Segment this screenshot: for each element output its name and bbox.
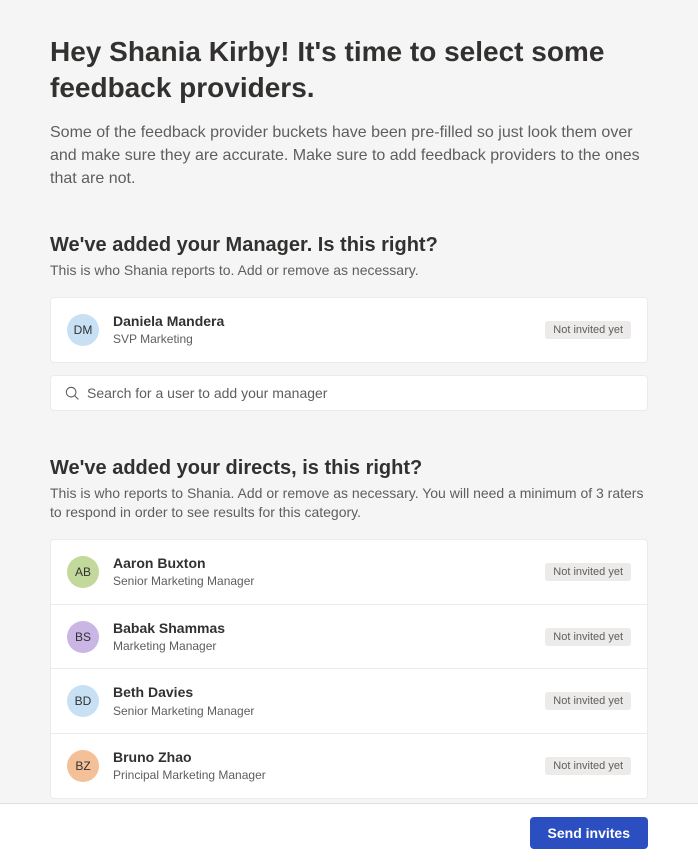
- avatar: DM: [67, 314, 99, 346]
- avatar: AB: [67, 556, 99, 588]
- person-info: Babak Shammas Marketing Manager: [113, 619, 545, 655]
- person-name: Aaron Buxton: [113, 554, 545, 572]
- footer: Send invites: [0, 803, 698, 862]
- person-row[interactable]: BD Beth Davies Senior Marketing Manager …: [51, 669, 647, 734]
- person-name: Bruno Zhao: [113, 748, 545, 766]
- person-role: Principal Marketing Manager: [113, 768, 545, 784]
- person-role: Senior Marketing Manager: [113, 704, 545, 720]
- status-badge: Not invited yet: [545, 321, 631, 339]
- search-icon: [65, 386, 79, 400]
- send-invites-button[interactable]: Send invites: [530, 817, 648, 849]
- manager-search-input[interactable]: [87, 385, 633, 401]
- person-role: SVP Marketing: [113, 332, 545, 348]
- avatar: BS: [67, 621, 99, 653]
- status-badge: Not invited yet: [545, 563, 631, 581]
- person-row[interactable]: DM Daniela Mandera SVP Marketing Not inv…: [51, 298, 647, 362]
- person-row[interactable]: BZ Bruno Zhao Principal Marketing Manage…: [51, 734, 647, 798]
- person-info: Bruno Zhao Principal Marketing Manager: [113, 748, 545, 784]
- page-title: Hey Shania Kirby! It's time to select so…: [50, 34, 648, 107]
- status-badge: Not invited yet: [545, 692, 631, 710]
- directs-list: AB Aaron Buxton Senior Marketing Manager…: [50, 539, 648, 799]
- directs-section-title: We've added your directs, is this right?: [50, 457, 648, 480]
- person-info: Beth Davies Senior Marketing Manager: [113, 683, 545, 719]
- manager-list: DM Daniela Mandera SVP Marketing Not inv…: [50, 297, 648, 363]
- person-info: Aaron Buxton Senior Marketing Manager: [113, 554, 545, 590]
- avatar: BZ: [67, 750, 99, 782]
- person-name: Beth Davies: [113, 683, 545, 701]
- person-role: Marketing Manager: [113, 639, 545, 655]
- manager-section-title: We've added your Manager. Is this right?: [50, 234, 648, 257]
- manager-section-subtitle: This is who Shania reports to. Add or re…: [50, 261, 648, 281]
- status-badge: Not invited yet: [545, 628, 631, 646]
- person-role: Senior Marketing Manager: [113, 574, 545, 590]
- person-name: Daniela Mandera: [113, 312, 545, 330]
- avatar: BD: [67, 685, 99, 717]
- manager-section: We've added your Manager. Is this right?…: [50, 234, 648, 410]
- manager-search-box[interactable]: [50, 375, 648, 411]
- person-row[interactable]: BS Babak Shammas Marketing Manager Not i…: [51, 605, 647, 670]
- status-badge: Not invited yet: [545, 757, 631, 775]
- person-info: Daniela Mandera SVP Marketing: [113, 312, 545, 348]
- directs-section: We've added your directs, is this right?…: [50, 457, 648, 799]
- page-subtitle: Some of the feedback provider buckets ha…: [50, 121, 648, 191]
- directs-section-subtitle: This is who reports to Shania. Add or re…: [50, 484, 648, 523]
- person-name: Babak Shammas: [113, 619, 545, 637]
- person-row[interactable]: AB Aaron Buxton Senior Marketing Manager…: [51, 540, 647, 605]
